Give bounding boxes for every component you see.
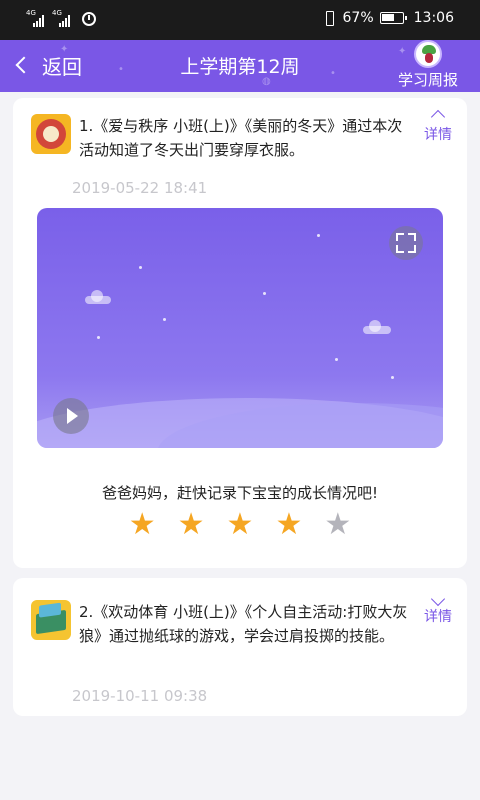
activity-date: 2019-10-11 09:38 [72,687,208,705]
battery-percent: 67% [342,10,374,26]
activity-card: 2.《欢动体育 小班(上)》《个人自主活动:打败大灰狼》通过抛纸球的游戏，学会过… [13,578,467,716]
activity-date: 2019-05-22 18:41 [72,179,208,197]
star-icon[interactable]: ★ [227,510,254,540]
decor-star-icon [163,318,166,321]
activity-thumbnail [31,600,71,640]
header: ✦ • ◍ • ✦ 返回 上学期第12周 学习周报 [0,40,480,92]
chevron-up-icon [430,109,446,125]
decor-star-icon [139,266,142,269]
status-bar: 4G 4G 67% 13:06 [0,0,480,40]
weekly-report-button[interactable]: 学习周报 [396,40,466,92]
decor-star-icon [335,358,338,361]
clock: 13:06 [413,10,454,26]
activity-thumbnail [31,114,71,154]
detail-toggle[interactable]: 详情 [421,591,455,626]
signal-icon: 4G [26,9,48,27]
decor-star-icon [97,336,100,339]
decor-star-icon [263,292,266,295]
decor-star-icon [317,234,320,237]
decor-star-icon [391,376,394,379]
record-prompt: 爸爸妈妈，赶快记录下宝宝的成长情况吧! [101,484,378,502]
signal-icon: 4G [52,9,74,27]
activity-description: 2.《欢动体育 小班(上)》《个人自主活动:打败大灰狼》通过抛纸球的游戏，学会过… [79,603,408,645]
star-rating[interactable]: ★ ★ ★ ★ ★ [13,510,467,540]
activity-card: 1.《爱与秩序 小班(上)》《美丽的冬天》通过本次活动知道了冬天出门要穿厚衣服。… [13,98,467,568]
detail-label: 详情 [424,127,452,143]
fullscreen-icon[interactable] [389,226,423,260]
weekly-report-label: 学习周报 [397,71,458,89]
decor-cloud-icon [363,320,391,334]
activity-description: 1.《爱与秩序 小班(上)》《美丽的冬天》通过本次活动知道了冬天出门要穿厚衣服。 [79,117,403,159]
detail-toggle[interactable]: 详情 [421,108,455,144]
star-icon[interactable]: ★ [275,510,302,540]
video-player[interactable] [37,208,443,448]
decor-cloud-icon [85,290,111,304]
alarm-icon [82,12,96,26]
play-icon[interactable] [53,398,89,434]
chevron-down-icon [430,591,446,607]
star-icon[interactable]: ★ [324,510,351,540]
radish-avatar-icon [414,40,442,68]
star-icon[interactable]: ★ [178,510,205,540]
detail-label: 详情 [424,609,452,625]
star-icon[interactable]: ★ [129,510,156,540]
vibrate-icon [321,10,337,26]
battery-icon [379,12,407,24]
